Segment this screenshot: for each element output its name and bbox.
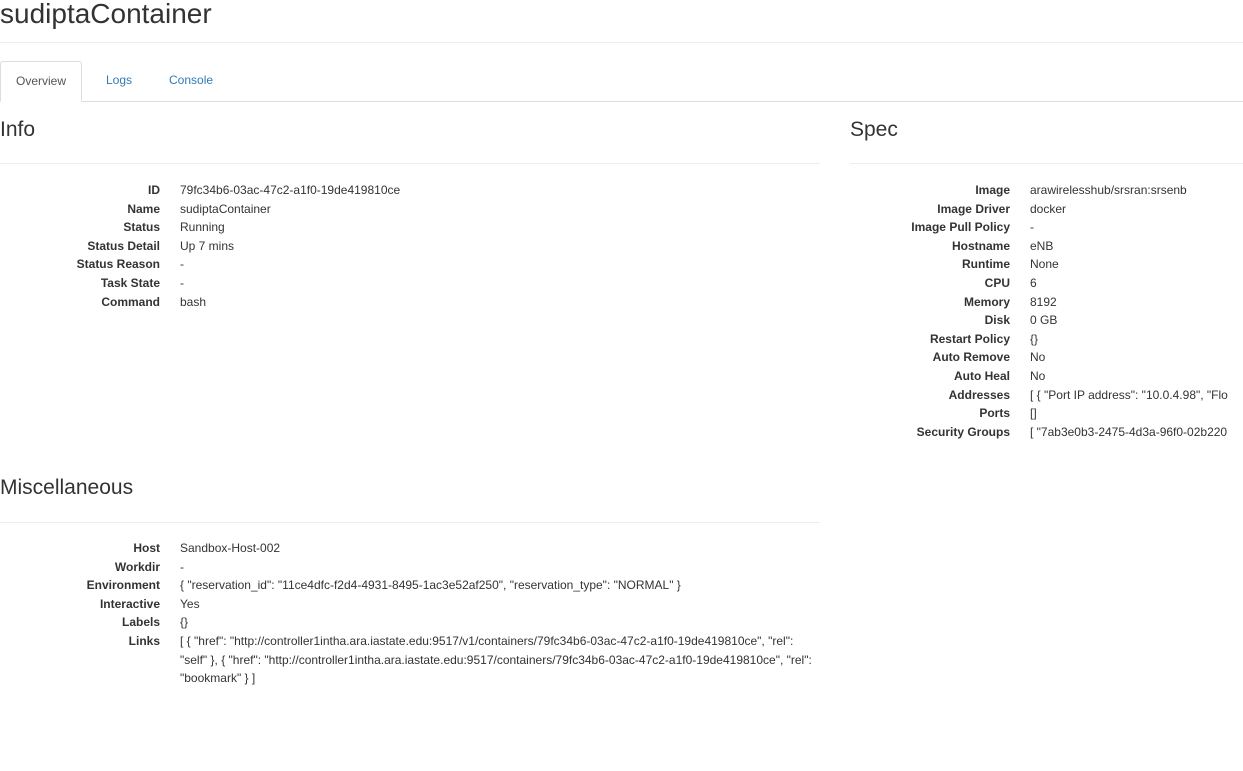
misc-value: { "reservation_id": "11ce4dfc-f2d4-4931-… bbox=[180, 578, 681, 593]
info-value: Up 7 mins bbox=[180, 238, 235, 253]
misc-row-workdir: Workdir - bbox=[0, 558, 820, 577]
spec-label: Addresses bbox=[948, 387, 1010, 402]
info-row-status-detail: Status Detail Up 7 mins bbox=[0, 237, 820, 256]
misc-row-environment: Environment { "reservation_id": "11ce4df… bbox=[0, 576, 820, 595]
spec-value: - bbox=[1030, 220, 1034, 235]
misc-label: Host bbox=[133, 541, 160, 555]
spec-value: No bbox=[1030, 368, 1046, 383]
misc-label: Environment bbox=[86, 578, 160, 593]
info-row-status: Status Running bbox=[0, 218, 820, 237]
misc-row-host: Host Sandbox-Host-002 bbox=[0, 539, 820, 558]
info-row-command: Command bash bbox=[0, 293, 820, 312]
spec-label: CPU bbox=[984, 275, 1010, 290]
info-value: - bbox=[180, 275, 184, 290]
spec-value: [ "7ab3e0b3-2475-4d3a-96f0-02b220 bbox=[1030, 424, 1228, 439]
info-value: sudiptaContainer bbox=[180, 201, 271, 216]
info-label: Status Reason bbox=[76, 257, 160, 272]
spec-label: Image Driver bbox=[937, 201, 1010, 216]
misc-label: Links bbox=[128, 633, 160, 648]
misc-label: Labels bbox=[121, 615, 160, 630]
spec-value: arawirelesshub/srsran:srsenb bbox=[1030, 183, 1187, 197]
spec-row-restart-policy: Restart Policy {} bbox=[850, 330, 1243, 349]
misc-value: [ { "href": "http://controller1intha.ara… bbox=[180, 633, 812, 686]
misc-value: Yes bbox=[180, 596, 200, 611]
spec-value: 6 bbox=[1030, 275, 1037, 290]
spec-row-auto-heal: Auto Heal No bbox=[850, 367, 1243, 386]
spec-value: [] bbox=[1030, 406, 1037, 421]
info-value: bash bbox=[180, 294, 207, 309]
spec-label: Auto Remove bbox=[932, 350, 1010, 365]
info-list: ID 79fc34b6-03ac-47c2-a1f0-19de419810ce … bbox=[0, 181, 820, 311]
spec-row-cpu: CPU 6 bbox=[850, 274, 1243, 293]
spec-value: [ { "Port IP address": "10.0.4.98", "Flo bbox=[1030, 387, 1228, 402]
spec-row-memory: Memory 8192 bbox=[850, 293, 1243, 312]
misc-row-interactive: Interactive Yes bbox=[0, 595, 820, 614]
spec-section-title: Spec bbox=[850, 118, 898, 141]
spec-value: docker bbox=[1030, 201, 1067, 216]
info-value: 79fc34b6-03ac-47c2-a1f0-19de419810ce bbox=[180, 183, 401, 197]
tab-console[interactable]: Console bbox=[154, 61, 228, 101]
detail-tabs: Overview Logs Console bbox=[0, 61, 1243, 102]
info-label: ID bbox=[148, 183, 160, 197]
spec-label: Disk bbox=[984, 313, 1010, 328]
spec-row-security-groups: Security Groups [ "7ab3e0b3-2475-4d3a-96… bbox=[850, 423, 1243, 442]
spec-value: No bbox=[1030, 350, 1046, 365]
spec-label: Runtime bbox=[962, 257, 1010, 272]
misc-value: {} bbox=[180, 615, 189, 630]
misc-label: Workdir bbox=[114, 559, 160, 574]
spec-label: Restart Policy bbox=[929, 331, 1010, 346]
info-label: Name bbox=[127, 201, 160, 216]
misc-row-links: Links [ { "href": "http://controller1int… bbox=[0, 632, 820, 688]
spec-label: Security Groups bbox=[916, 424, 1010, 439]
spec-row-image: Image arawirelesshub/srsran:srsenb bbox=[850, 181, 1243, 200]
tab-overview[interactable]: Overview bbox=[0, 61, 83, 102]
info-section-title: Info bbox=[0, 118, 36, 141]
misc-section-title: Miscellaneous bbox=[0, 476, 134, 499]
info-value: Running bbox=[180, 220, 225, 235]
info-row-status-reason: Status Reason - bbox=[0, 255, 820, 274]
info-row-task-state: Task State - bbox=[0, 274, 820, 293]
misc-value: - bbox=[180, 559, 184, 574]
misc-row-labels: Labels {} bbox=[0, 613, 820, 632]
spec-value: eNB bbox=[1030, 238, 1054, 253]
spec-list: Image arawirelesshub/srsran:srsenb Image… bbox=[850, 181, 1243, 441]
spec-row-image-pull-policy: Image Pull Policy - bbox=[850, 218, 1243, 237]
spec-label: Memory bbox=[963, 294, 1010, 309]
spec-divider bbox=[850, 163, 1243, 164]
spec-label: Auto Heal bbox=[953, 368, 1010, 383]
tab-logs[interactable]: Logs bbox=[91, 61, 147, 101]
spec-value: {} bbox=[1030, 331, 1039, 346]
spec-row-runtime: Runtime None bbox=[850, 255, 1243, 274]
spec-label: Ports bbox=[979, 406, 1010, 421]
page-title: sudiptaContainer bbox=[0, 0, 212, 29]
misc-value: Sandbox-Host-002 bbox=[180, 541, 281, 555]
misc-list: Host Sandbox-Host-002 Workdir - Environm… bbox=[0, 539, 820, 688]
spec-value: 0 GB bbox=[1030, 313, 1058, 328]
info-value: - bbox=[180, 257, 184, 272]
info-label: Status bbox=[123, 220, 160, 235]
spec-row-hostname: Hostname eNB bbox=[850, 237, 1243, 256]
container-detail-page: sudiptaContainer Overview Logs Console I… bbox=[0, 0, 1243, 771]
info-row-id: ID 79fc34b6-03ac-47c2-a1f0-19de419810ce bbox=[0, 181, 820, 200]
spec-row-ports: Ports [] bbox=[850, 404, 1243, 423]
misc-divider bbox=[0, 522, 820, 523]
spec-row-image-driver: Image Driver docker bbox=[850, 200, 1243, 219]
info-label: Status Detail bbox=[87, 238, 160, 253]
spec-row-disk: Disk 0 GB bbox=[850, 311, 1243, 330]
info-label: Task State bbox=[100, 275, 160, 290]
page-header: sudiptaContainer bbox=[0, 0, 1243, 43]
spec-label: Image Pull Policy bbox=[911, 220, 1010, 235]
info-label: Command bbox=[101, 294, 160, 309]
spec-label: Hostname bbox=[951, 238, 1010, 253]
spec-row-auto-remove: Auto Remove No bbox=[850, 348, 1243, 367]
spec-label: Image bbox=[975, 183, 1010, 197]
spec-value: 8192 bbox=[1030, 294, 1057, 309]
info-divider bbox=[0, 163, 820, 164]
spec-value: None bbox=[1030, 257, 1059, 272]
misc-label: Interactive bbox=[99, 596, 160, 611]
info-row-name: Name sudiptaContainer bbox=[0, 200, 820, 219]
spec-row-addresses: Addresses [ { "Port IP address": "10.0.4… bbox=[850, 386, 1243, 405]
